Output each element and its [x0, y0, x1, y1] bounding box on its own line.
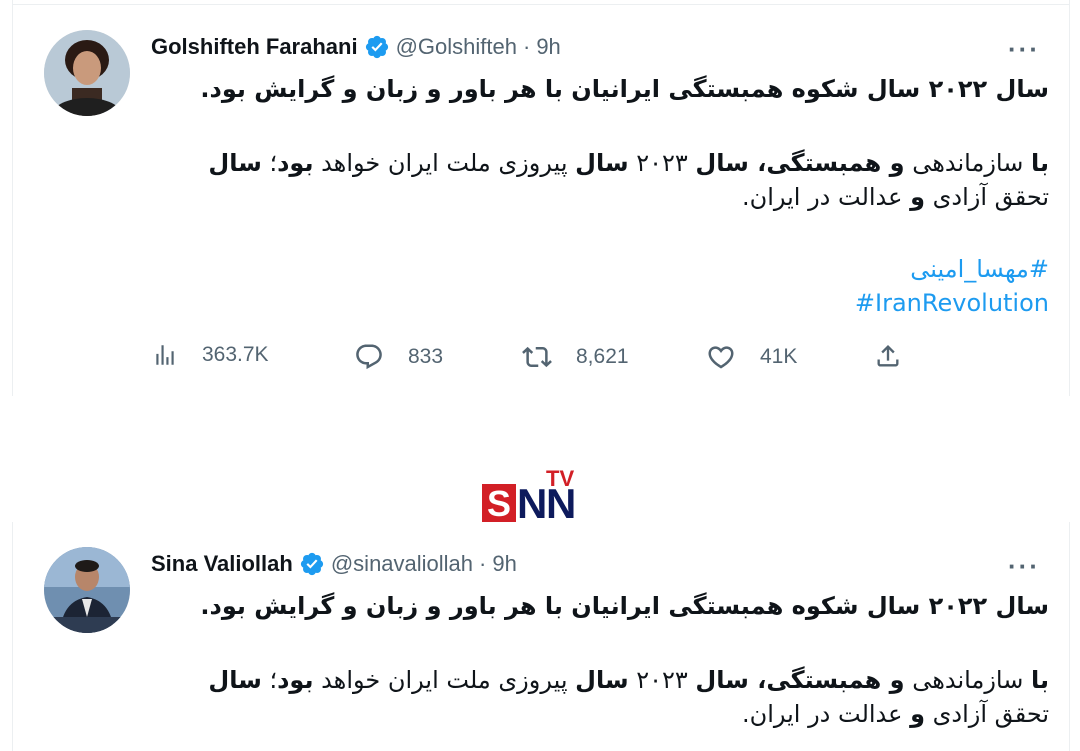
like-action[interactable]: 41K [706, 342, 797, 372]
tweet-headline: سال ۲۰۲۲ سال شکوه همبستگی ایرانیان با هر… [200, 592, 1049, 620]
divider [13, 4, 1069, 5]
user-handle[interactable]: @Golshifteh [396, 34, 517, 60]
timestamp[interactable]: 9h [536, 34, 560, 60]
tweet-header: Sina Valiollah @sinavaliollah · 9h [151, 551, 517, 577]
more-options-icon[interactable]: ··· [1008, 34, 1040, 65]
hashtag-link[interactable]: #IranRevolution [151, 286, 1049, 320]
text-bold: سال [208, 666, 262, 694]
text: تحقق آزادی [925, 700, 1049, 728]
text: تحقق آزادی [925, 183, 1049, 211]
tweet-header: Golshifteh Farahani @Golshifteh · 9h [151, 34, 561, 60]
verified-badge-icon [364, 34, 390, 60]
tweet-headline: سال ۲۰۲۲ سال شکوه همبستگی ایرانیان با هر… [200, 75, 1049, 103]
avatar-photo-icon [44, 547, 130, 633]
like-count: 41K [760, 345, 798, 368]
reply-action[interactable]: 833 [354, 342, 443, 372]
hashtag-link[interactable]: #مهسا_امینی [151, 252, 1049, 286]
svg-text:TV: TV [546, 466, 574, 491]
timestamp[interactable]: 9h [492, 551, 516, 577]
tweet-text: سال ۲۰۲۲ سال شکوه همبستگی ایرانیان با هر… [151, 589, 1049, 731]
text-bold: سال [575, 149, 629, 177]
text: عدالت در ایران. [741, 183, 911, 211]
user-handle[interactable]: @sinavaliollah [331, 551, 473, 577]
tweet-paragraph: با سازماندهی و همبستگی، سال ۲۰۲۳ سال پیر… [151, 146, 1049, 214]
reply-icon [356, 344, 382, 370]
avatar-golshifteh[interactable] [44, 30, 130, 116]
tweet-paragraph: با سازماندهی و همبستگی، سال ۲۰۲۳ سال پیر… [151, 663, 1049, 731]
text: عدالت در ایران. [741, 700, 911, 728]
text-bold: با [1030, 666, 1049, 694]
text-bold: بود [277, 149, 314, 177]
hashtags: #مهسا_امینی #IranRevolution [151, 252, 1049, 320]
text-bold: سال [208, 149, 262, 177]
separator-dot: · [522, 34, 531, 59]
svg-text:S: S [487, 483, 511, 524]
text: پیروزی ملت ایران خواهد [313, 149, 576, 177]
text: سازماندهی [904, 666, 1031, 694]
separator-dot: · [479, 551, 487, 576]
retweet-icon [522, 346, 552, 368]
retweet-count: 8,621 [576, 345, 629, 368]
heart-icon [708, 346, 734, 369]
text-bold: و [910, 700, 926, 728]
views-icon [156, 345, 174, 365]
reply-count: 833 [408, 345, 444, 368]
share-icon [877, 345, 899, 367]
snn-tv-logo: S N N TV [482, 466, 586, 527]
display-name[interactable]: Golshifteh Farahani [151, 34, 358, 60]
views-action[interactable]: 363.7K [152, 342, 269, 368]
share-action[interactable] [874, 342, 926, 370]
text-bold: با [1030, 149, 1049, 177]
display-name[interactable]: Sina Valiollah [151, 551, 293, 577]
text: ؛ [261, 666, 278, 694]
views-count: 363.7K [202, 343, 269, 366]
svg-text:N: N [517, 480, 547, 524]
tweet-text: سال ۲۰۲۲ سال شکوه همبستگی ایرانیان با هر… [151, 72, 1049, 320]
retweet-action[interactable]: 8,621 [522, 342, 629, 372]
more-options-icon[interactable]: ··· [1008, 551, 1040, 582]
text-bold: و [910, 183, 926, 211]
text: ۲۰۲۳ [628, 666, 696, 694]
avatar-sina[interactable] [44, 547, 130, 633]
text: ۲۰۲۳ [628, 149, 696, 177]
text-bold: و همبستگی، سال [695, 149, 905, 177]
text-bold: بود [277, 666, 314, 694]
text: ؛ [261, 149, 278, 177]
text: پیروزی ملت ایران خواهد [313, 666, 576, 694]
text-bold: و همبستگی، سال [695, 666, 905, 694]
tweet-actions: 363.7K 833 8,621 41K [152, 342, 912, 378]
text: سازماندهی [904, 149, 1031, 177]
snn-tv-logo-icon: S N N TV [482, 466, 576, 527]
verified-badge-icon [299, 551, 325, 577]
avatar-photo-icon [44, 30, 130, 116]
text-bold: سال [575, 666, 629, 694]
